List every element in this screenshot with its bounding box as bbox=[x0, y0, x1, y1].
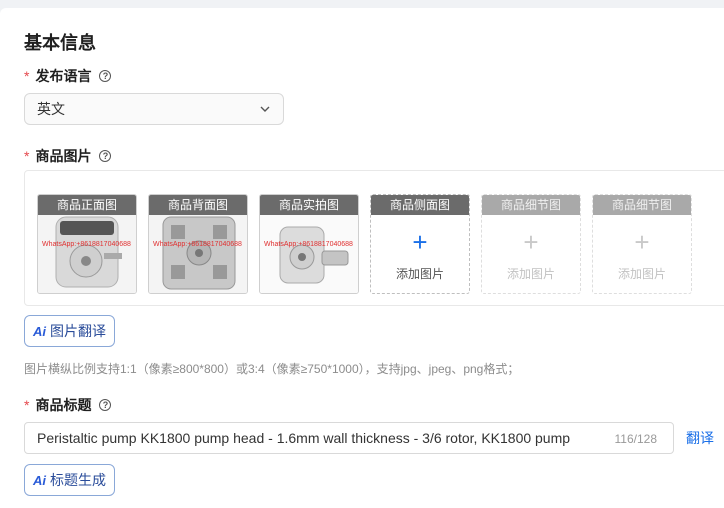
plus-icon: + bbox=[412, 227, 428, 257]
image-slot-back[interactable]: 商品背面图 WhatsApp:+8618817040688 bbox=[148, 194, 248, 294]
slot-tag: 商品细节图 bbox=[593, 195, 691, 215]
title-generate-label: 标题生成 bbox=[50, 472, 106, 488]
required-mark: * bbox=[24, 68, 30, 84]
required-mark: * bbox=[24, 397, 30, 413]
language-label: 发布语言 bbox=[35, 68, 92, 84]
title-label: 商品标题 bbox=[35, 397, 92, 413]
image-format-hint: 图片横纵比例支持1:1（像素≥800*800）或3:4（像素≥750*1000）… bbox=[24, 362, 520, 376]
char-counter: 116/128 bbox=[614, 432, 658, 446]
title-input-value: Peristaltic pump KK1800 pump head - 1.6m… bbox=[37, 430, 571, 446]
ai-icon: Ai bbox=[33, 323, 46, 339]
slot-tag: 商品正面图 bbox=[38, 195, 136, 215]
plus-icon: + bbox=[634, 227, 650, 257]
translate-link[interactable]: 翻译 bbox=[686, 428, 714, 448]
image-slot-front[interactable]: 商品正面图 WhatsApp:+8618817040688 bbox=[37, 194, 137, 294]
add-image-label: 添加图片 bbox=[506, 267, 555, 281]
title-label-row: * 商品标题 ? bbox=[24, 395, 112, 415]
watermark-text: WhatsApp:+8618817040688 bbox=[264, 241, 353, 248]
language-select-value: 英文 bbox=[37, 101, 65, 117]
slot-tag: 商品侧面图 bbox=[371, 195, 469, 215]
slot-tag: 商品实拍图 bbox=[260, 195, 358, 215]
question-circle-icon[interactable]: ? bbox=[99, 70, 112, 82]
language-label-row: * 发布语言 ? bbox=[24, 66, 112, 86]
image-slot-detail[interactable]: 商品细节图 + 添加图片 bbox=[592, 194, 692, 294]
image-slot-real[interactable]: 商品实拍图 WhatsApp:+8618817040688 bbox=[259, 194, 359, 294]
language-select[interactable]: 英文 bbox=[24, 93, 284, 125]
section-title: 基本信息 bbox=[24, 33, 96, 53]
plus-icon: + bbox=[523, 227, 539, 257]
image-translate-label: 图片翻译 bbox=[50, 323, 106, 339]
add-image-label: 添加图片 bbox=[395, 267, 444, 281]
question-circle-icon[interactable]: ? bbox=[99, 399, 112, 411]
images-label: 商品图片 bbox=[35, 148, 92, 164]
watermark-text: WhatsApp:+8618817040688 bbox=[42, 241, 131, 248]
watermark-text: WhatsApp:+8618817040688 bbox=[153, 241, 242, 248]
title-generate-button[interactable]: Ai 标题生成 bbox=[24, 464, 115, 496]
required-mark: * bbox=[24, 148, 30, 164]
question-circle-icon[interactable]: ? bbox=[99, 150, 112, 162]
image-slot-side[interactable]: 商品侧面图 + 添加图片 bbox=[370, 194, 470, 294]
image-translate-button[interactable]: Ai 图片翻译 bbox=[24, 315, 115, 347]
chevron-down-icon bbox=[260, 106, 270, 112]
image-slot-detail[interactable]: 商品细节图 + 添加图片 bbox=[481, 194, 581, 294]
images-label-row: * 商品图片 ? bbox=[24, 146, 112, 166]
slot-tag: 商品细节图 bbox=[482, 195, 580, 215]
add-image-label: 添加图片 bbox=[617, 267, 666, 281]
slot-tag: 商品背面图 bbox=[149, 195, 247, 215]
title-input[interactable]: Peristaltic pump KK1800 pump head - 1.6m… bbox=[24, 422, 674, 454]
ai-icon: Ai bbox=[33, 472, 46, 488]
